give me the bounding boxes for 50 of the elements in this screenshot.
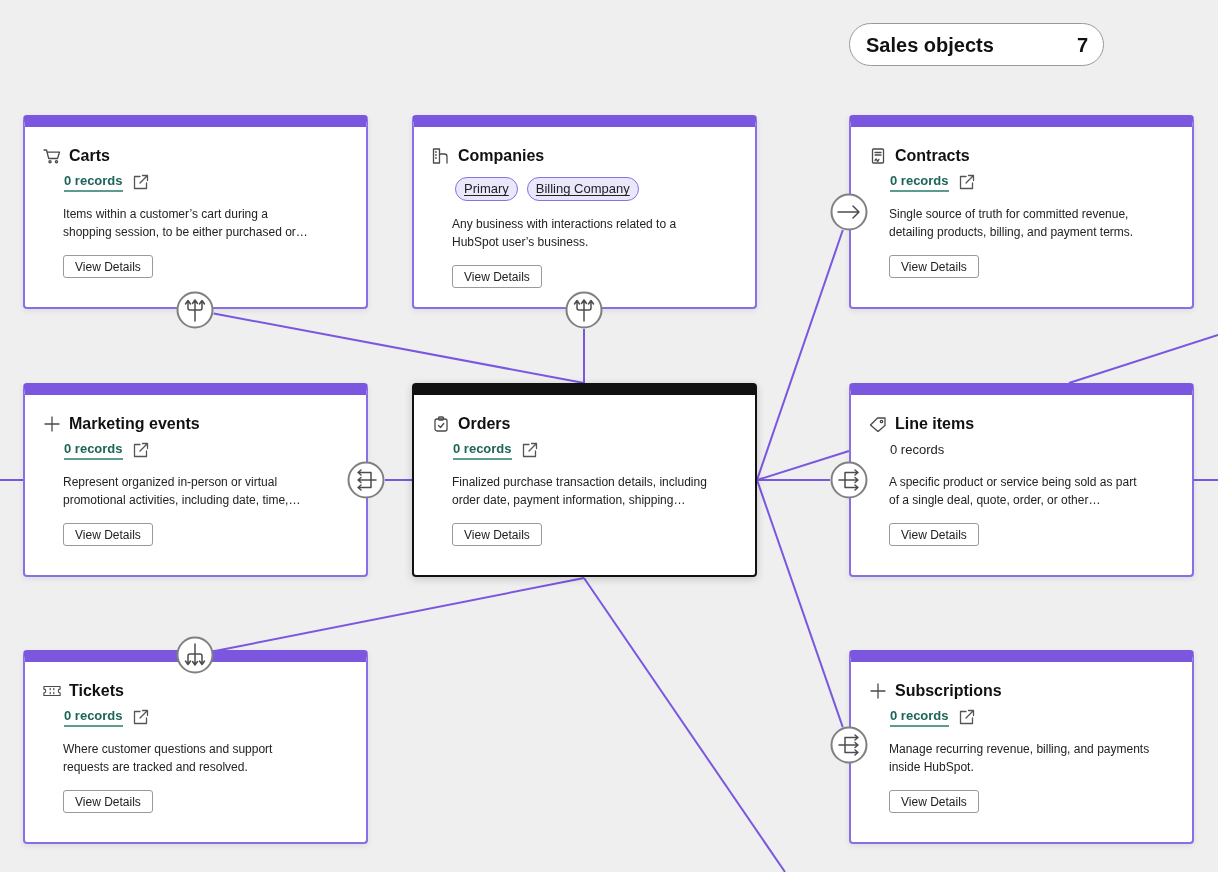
card-title: Carts — [69, 146, 110, 166]
view-details-button[interactable]: View Details — [452, 265, 542, 288]
records-link[interactable]: 0 records — [890, 172, 949, 192]
external-link-icon[interactable] — [132, 174, 149, 190]
card-title: Orders — [458, 414, 511, 434]
records-link[interactable]: 0 records — [64, 707, 123, 727]
view-details-button[interactable]: View Details — [63, 790, 153, 813]
group-title: Sales objects — [866, 34, 994, 55]
records-link[interactable]: 0 records — [890, 707, 949, 727]
card-description: Represent organized in-person or virtual promotional activities, including date, time,… — [63, 474, 302, 509]
records-count: 0 records — [890, 441, 945, 459]
view-details-button[interactable]: View Details — [63, 523, 153, 546]
card-description: Manage recurring revenue, billing, and payments inside HubSpot. — [889, 741, 1151, 776]
view-details-button[interactable]: View Details — [889, 523, 979, 546]
card-title: Subscriptions — [895, 681, 1002, 701]
card-title: Companies — [458, 146, 545, 166]
card-title: Marketing events — [69, 414, 200, 434]
external-link-icon[interactable] — [132, 442, 149, 458]
card-description: A specific product or service being sold as part of a single deal, quote, order, or other… — [889, 474, 1138, 509]
view-details-button[interactable]: View Details — [889, 790, 979, 813]
records-link[interactable]: 0 records — [64, 440, 123, 460]
card-description: Single source of truth for committed revenue, detailing products, billing, and payment terms. — [889, 206, 1135, 241]
view-details-button[interactable]: View Details — [452, 523, 542, 546]
association-label-chip[interactable]: Billing Company — [526, 177, 639, 201]
card-description: Any business with interactions related to a HubSpot user’s business. — [452, 216, 678, 251]
clipboard-check-icon — [432, 416, 450, 432]
document-icon — [869, 148, 887, 164]
card-description: Finalized purchase transaction details, including order date, payment information, shipping… — [452, 474, 708, 509]
plus-icon — [43, 416, 61, 432]
connector-line — [384, 479, 414, 481]
association-label-chip[interactable]: Primary — [455, 177, 518, 201]
tag-icon — [869, 416, 887, 432]
building-icon — [432, 148, 450, 164]
view-details-button[interactable]: View Details — [889, 255, 979, 278]
card-title: Contracts — [895, 146, 970, 166]
external-link-icon[interactable] — [958, 174, 975, 190]
card-description: Where customer questions and support requests are tracked and resolved. — [63, 741, 274, 776]
view-details-button[interactable]: View Details — [63, 255, 153, 278]
card-title: Tickets — [69, 681, 124, 701]
external-link-icon[interactable] — [132, 709, 149, 725]
external-link-icon[interactable] — [958, 709, 975, 725]
card-title: Line items — [895, 414, 975, 434]
card-description: Items within a customer’s cart during a shopping session, to be either purchased or… — [63, 206, 309, 241]
plus-icon — [869, 683, 887, 699]
external-link-icon[interactable] — [521, 442, 538, 458]
ticket-icon — [43, 683, 61, 699]
cart-icon — [43, 148, 61, 164]
object-count: 7 — [1076, 34, 1088, 55]
records-link[interactable]: 0 records — [453, 440, 512, 460]
records-link[interactable]: 0 records — [64, 172, 123, 192]
